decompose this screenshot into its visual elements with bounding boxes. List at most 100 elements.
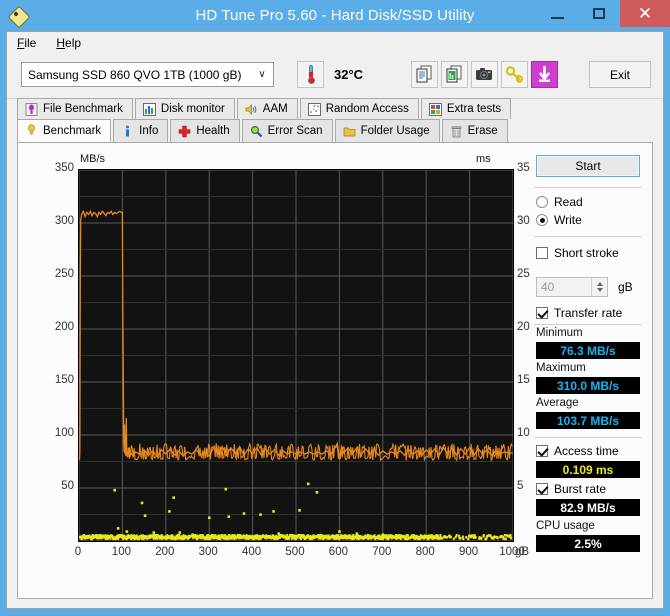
divider [534, 236, 642, 237]
magnifier-icon [250, 125, 263, 138]
checkbox-burst-rate[interactable]: Burst rate [536, 482, 606, 496]
screenshot-button[interactable] [471, 61, 498, 88]
menu-file[interactable]: FFileile [7, 34, 46, 52]
tab-extra-tests[interactable]: Extra tests [420, 98, 512, 119]
radio-write-icon [536, 214, 548, 226]
download-button[interactable] [531, 61, 558, 88]
folder-icon [343, 125, 356, 138]
bulb-yellow-icon [25, 124, 38, 137]
divider [534, 437, 642, 438]
x-tick-label: 200 [155, 546, 175, 558]
access-time-checkbox-icon [536, 445, 548, 457]
trash-icon [450, 125, 463, 138]
x-tick-label: 100 [111, 546, 131, 558]
title-bar: HD Tune Pro 5.60 - Hard Disk/SSD Utility… [0, 0, 670, 31]
camera-icon [476, 68, 492, 80]
exit-button[interactable]: Exit [589, 61, 651, 88]
copy-graph-button[interactable] [441, 61, 468, 88]
close-button[interactable]: ✕ [620, 0, 670, 27]
tab-error-scan[interactable]: Error Scan [241, 119, 333, 142]
divider [534, 187, 642, 188]
settings-button[interactable] [501, 61, 528, 88]
stepper-up-icon[interactable] [596, 282, 603, 286]
y-axis-label: MB/s [80, 153, 106, 165]
speaker-icon [245, 103, 258, 116]
tab-label: Folder Usage [360, 125, 430, 137]
minimize-button[interactable] [536, 0, 578, 27]
bulb-purple-icon [25, 102, 38, 116]
y-tick-label: 50 [61, 480, 74, 492]
tab-label: Error Scan [267, 125, 323, 137]
short-stroke-value: 40 [541, 280, 555, 294]
y-tick-label: 100 [54, 427, 74, 439]
transfer-rate-label: Transfer rate [554, 306, 623, 320]
short-stroke-label: Short stroke [554, 246, 619, 260]
chevron-down-icon: ∨ [258, 69, 266, 80]
minimum-value: 76.3 MB/s [536, 342, 640, 359]
results-panel: Start Read Write Short stroke 40 gB Tran… [530, 149, 648, 593]
tab-aam[interactable]: AAM [236, 98, 298, 119]
tab-label: AAM [262, 103, 288, 115]
radio-write[interactable]: Write [536, 213, 582, 227]
start-button[interactable]: Start [536, 155, 640, 177]
tab-benchmark[interactable]: Benchmark [17, 119, 112, 142]
checkbox-access-time[interactable]: Access time [536, 444, 619, 458]
divider [534, 324, 642, 325]
y2-axis-label: ms [476, 153, 491, 165]
x-tick-label: 500 [285, 546, 305, 558]
drive-select[interactable]: Samsung SSD 860 QVO 1TB (1000 gB) ∨ [21, 62, 274, 87]
benchmark-panel: MB/s ms 50 100 150 200 250 300 350 5 10 15 20 25 30… [17, 142, 653, 599]
maximum-label: Maximum [536, 362, 586, 374]
average-value: 103.7 MB/s [536, 412, 640, 429]
app-icon [7, 5, 31, 29]
y-tick-label: 250 [54, 268, 74, 280]
stepper-arrows[interactable] [591, 278, 607, 296]
checkbox-transfer-rate[interactable]: Transfer rate [536, 306, 622, 320]
radio-read-label: Read [554, 195, 583, 209]
tab-file-benchmark[interactable]: File Benchmark [17, 98, 133, 119]
scatter-icon [307, 102, 321, 116]
drive-select-value: Samsung SSD 860 QVO 1TB (1000 gB) [28, 67, 242, 82]
exit-label: Exit [609, 67, 630, 82]
tab-erase[interactable]: Erase [441, 119, 508, 142]
maximum-value: 310.0 MB/s [536, 377, 640, 394]
window-controls: ✕ [536, 0, 670, 31]
key-icon [505, 66, 524, 83]
plot-svg [79, 170, 513, 541]
x-tick-label: 700 [372, 546, 392, 558]
short-stroke-stepper[interactable]: 40 [536, 277, 608, 297]
tab-label: Extra tests [446, 103, 502, 115]
y-tick-label: 300 [54, 215, 74, 227]
tab-health[interactable]: Health [170, 119, 240, 142]
checkbox-short-stroke[interactable]: Short stroke [536, 246, 619, 260]
tab-label: Health [196, 125, 230, 137]
grid-chart-icon [428, 102, 442, 116]
maximize-button[interactable] [578, 0, 620, 27]
burst-rate-value: 82.9 MB/s [536, 499, 640, 516]
tab-disk-monitor[interactable]: Disk monitor [134, 98, 235, 119]
red-cross-icon [178, 125, 191, 138]
close-icon: ✕ [637, 3, 653, 23]
start-label: Start [575, 159, 601, 173]
tab-info[interactable]: Info [113, 119, 169, 142]
radio-read[interactable]: Read [536, 195, 583, 209]
copy-text-button[interactable] [411, 61, 438, 88]
temperature-value: 32°C [334, 67, 364, 82]
y-tick-label: 200 [54, 321, 74, 333]
stepper-down-icon[interactable] [596, 288, 603, 292]
thermometer-icon [308, 65, 315, 85]
menu-help[interactable]: HHelpelp [46, 34, 91, 52]
menu-bar: FFileile HHelpelp [7, 32, 663, 55]
cpu-usage-label: CPU usage [536, 520, 595, 532]
toolbar: Samsung SSD 860 QVO 1TB (1000 gB) ∨ 32°C [7, 54, 663, 99]
x-tick-label: 900 [459, 546, 479, 558]
tab-label: Erase [467, 125, 498, 137]
info-icon [121, 125, 134, 138]
tab-folder-usage[interactable]: Folder Usage [334, 119, 440, 142]
bar-chart-icon [142, 102, 156, 116]
tab-random-access[interactable]: Random Access [299, 98, 419, 119]
client-area: FFileile HHelpelp Samsung SSD 860 QVO 1T… [6, 31, 664, 609]
tab-label: Disk monitor [160, 103, 225, 115]
access-time-label: Access time [554, 444, 619, 458]
average-label: Average [536, 397, 579, 409]
